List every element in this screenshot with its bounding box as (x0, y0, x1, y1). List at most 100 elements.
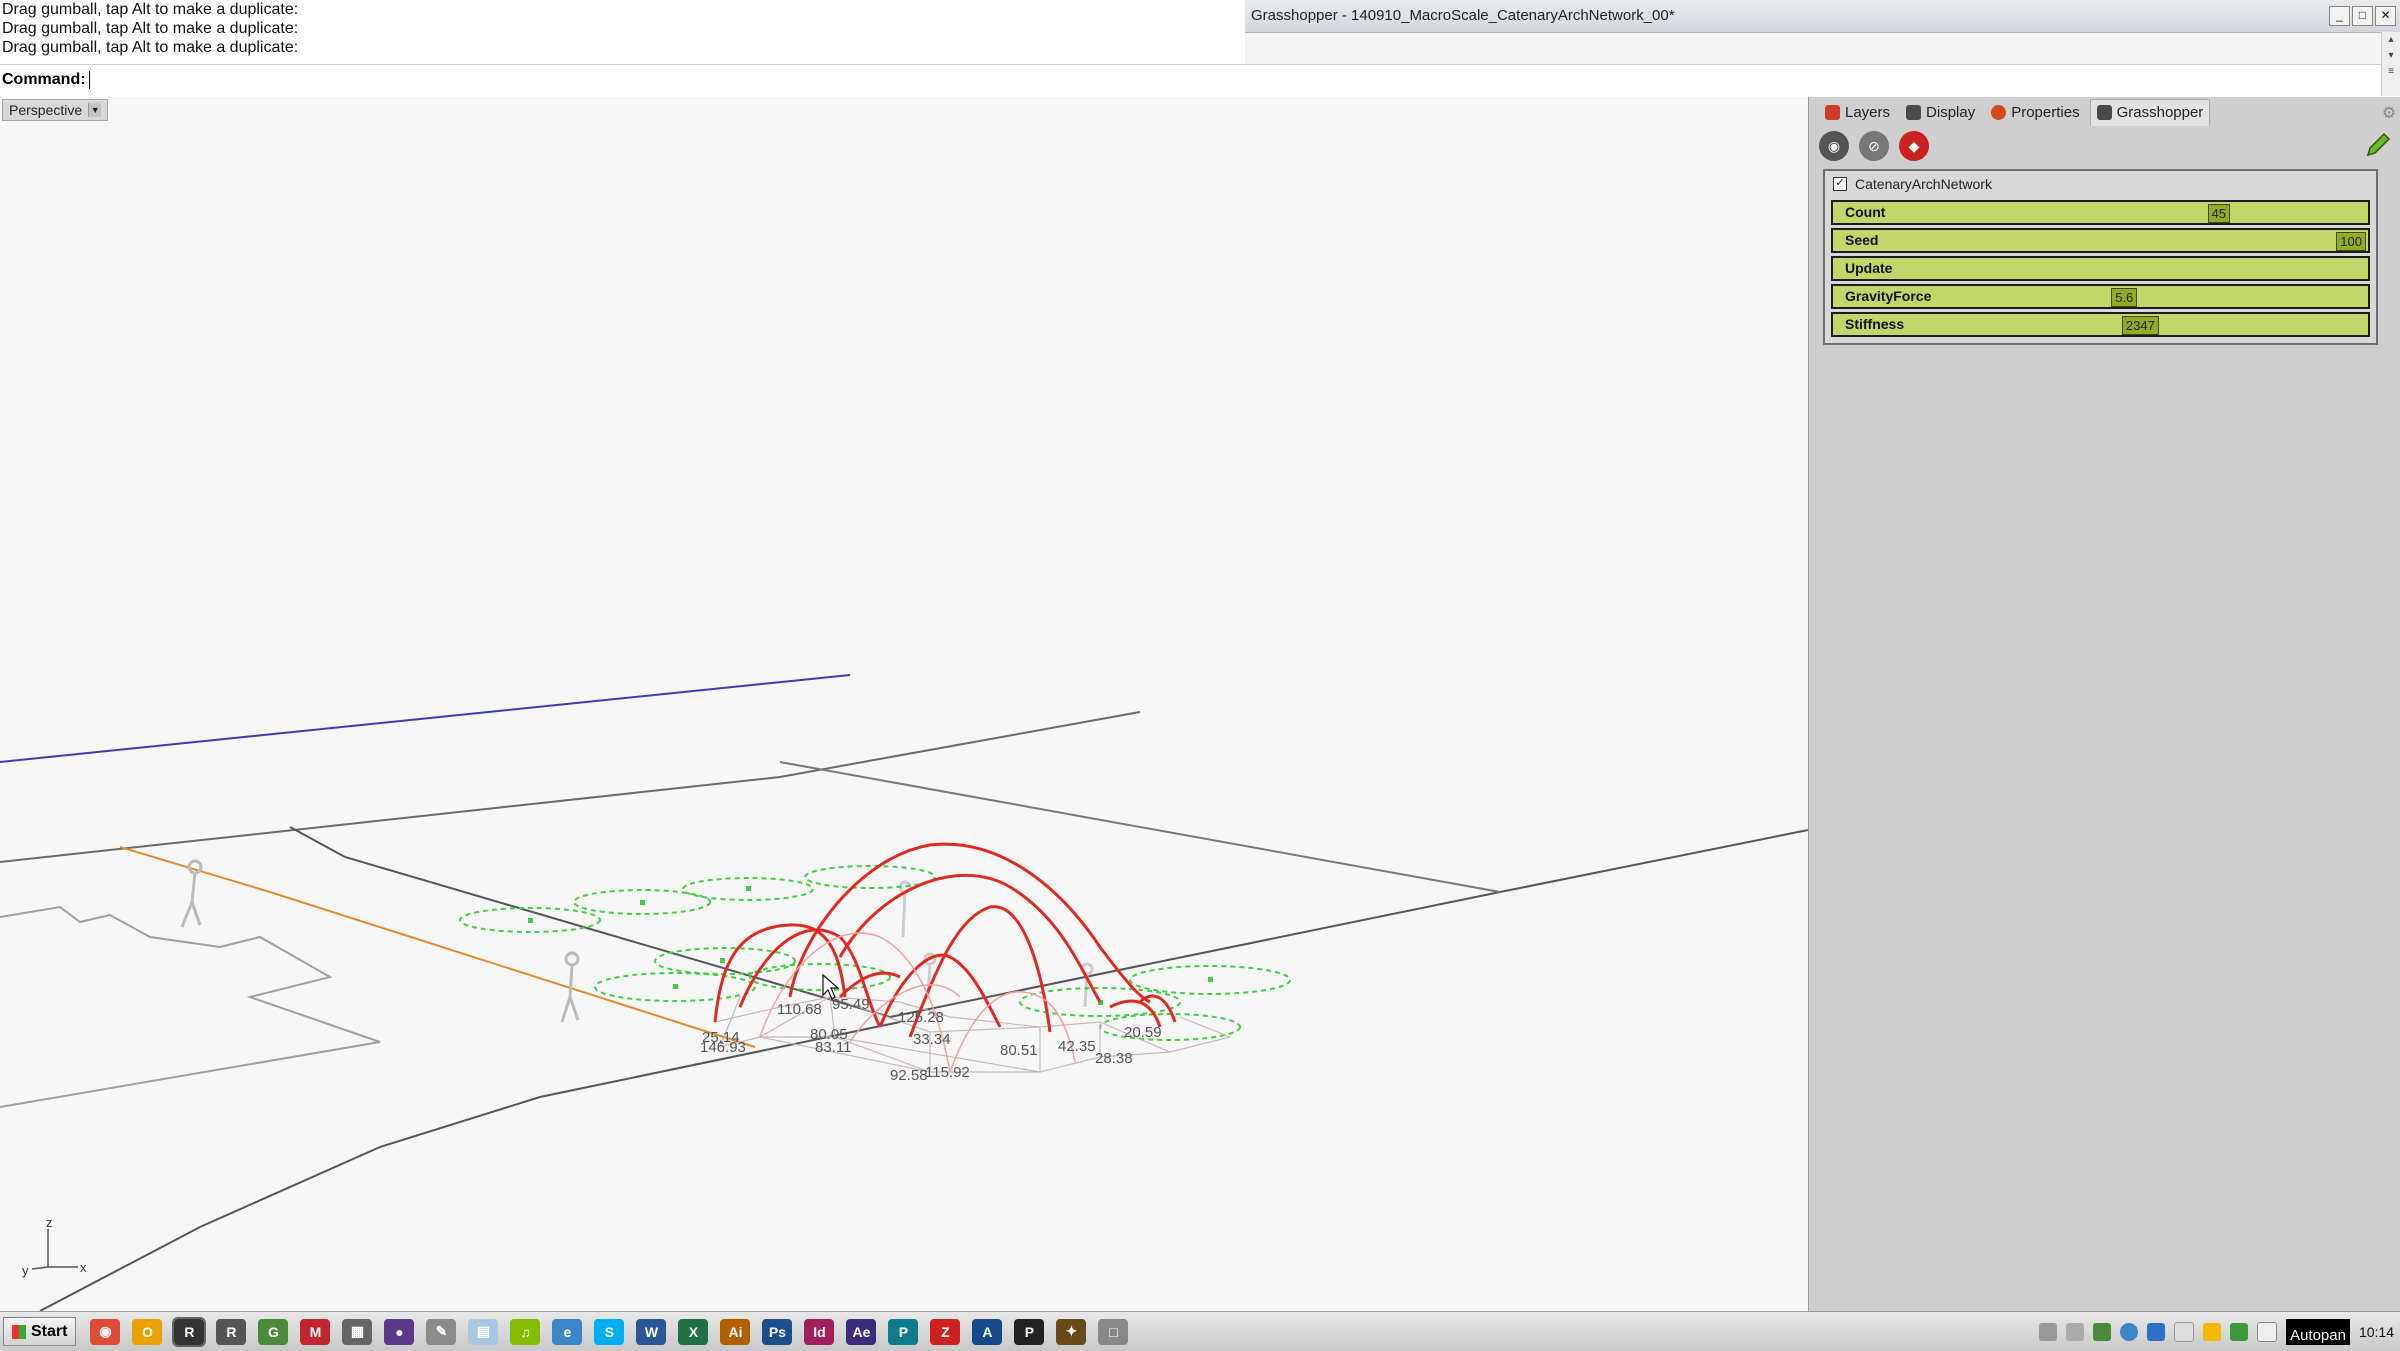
remote-control-group: ✓ CatenaryArchNetwork Count 45 Seed 100 … (1823, 169, 2378, 345)
node-points (528, 886, 1213, 1005)
svg-text:115.92: 115.92 (925, 1064, 970, 1081)
taskbar-app-rhino-icon[interactable]: R (172, 1316, 207, 1347)
close-button[interactable]: ✕ (2375, 6, 2396, 26)
axis-gizmo-icon (31, 1229, 78, 1270)
viewport-label: Perspective (9, 102, 83, 118)
command-line[interactable]: Command: (0, 64, 2400, 98)
viewport-tab[interactable]: Perspective ▼ (2, 99, 109, 121)
command-scrollbar[interactable]: ▴ ▾ ≡ (2381, 32, 2400, 96)
svg-text:92.58: 92.58 (890, 1067, 928, 1084)
tray-norton-icon[interactable] (2203, 1322, 2222, 1341)
slider-seed[interactable]: Seed 100 (1831, 228, 2370, 253)
site-edge-line (0, 711, 1141, 863)
taskbar-app-pdfapp-icon[interactable]: P (1014, 1318, 1045, 1345)
perspective-viewport[interactable]: 110.68 95.49 80.05 83.11 146.93 125.28 3… (0, 97, 1809, 1311)
taskbar-app-paint-icon[interactable]: ✎ (426, 1318, 457, 1345)
tray-network-icon[interactable] (2093, 1322, 2112, 1341)
slider-label: Seed (1845, 232, 1879, 248)
taskbar-app-gh2-icon[interactable]: ✦ (1056, 1318, 1087, 1345)
taskbar: Start ◉ O R R G M ▦ ● ✎ ▤ ♫ e S W X Ai Ps Id Ae P Z A P ✦ □ Auto… (0, 1311, 2400, 1351)
gear-icon[interactable]: ⚙ (2380, 105, 2398, 123)
taskbar-app-illustrator-icon[interactable]: Ai (720, 1318, 751, 1345)
axis-x-label: x (80, 1260, 87, 1275)
taskbar-app-photoshop-icon[interactable]: Ps (762, 1318, 793, 1345)
taskbar-app-indesign-icon[interactable]: Id (804, 1318, 835, 1345)
group-header[interactable]: ✓ CatenaryArchNetwork (1825, 171, 2376, 197)
taskbar-app-acrobat-icon[interactable]: A (972, 1318, 1003, 1345)
slider-stiffness[interactable]: Stiffness 2347 (1831, 312, 2370, 337)
slider-gravityforce[interactable]: GravityForce 5.6 (1831, 284, 2370, 309)
display-icon (1906, 104, 1922, 120)
bake-icon[interactable]: ◆ (1899, 131, 1929, 161)
tray-onedrive-icon[interactable] (2174, 1321, 2195, 1342)
group-checkbox[interactable]: ✓ (1833, 177, 1847, 191)
autopan-label: Autopan (2286, 1318, 2350, 1345)
slider-value[interactable]: 45 (2207, 204, 2230, 223)
taskbar-app-spotify-icon[interactable]: ♫ (510, 1318, 541, 1345)
start-button[interactable]: Start (3, 1317, 77, 1346)
button-update[interactable]: Update (1831, 256, 2370, 281)
slider-count[interactable]: Count 45 (1831, 200, 2370, 225)
taskbar-app-media-icon[interactable]: ● (384, 1318, 415, 1345)
slider-label: GravityForce (1845, 288, 1932, 304)
taskbar-app-publisher-icon[interactable]: P (888, 1318, 919, 1345)
panel-toolbar: ◉ ⊘ ◆ (1819, 131, 1929, 161)
preview-icon[interactable]: ◉ (1819, 131, 1849, 161)
minimize-button[interactable]: _ (2329, 6, 2350, 26)
slider-value[interactable]: 2347 (2121, 316, 2159, 335)
svg-text:95.49: 95.49 (832, 996, 870, 1013)
tray-window-icon[interactable] (2066, 1322, 2085, 1341)
clock[interactable]: 10:14 (2359, 1324, 2394, 1340)
human-figure-icon (560, 951, 580, 1023)
slider-value[interactable]: 5.6 (2111, 288, 2138, 307)
text-caret (88, 70, 90, 89)
tray-cloud-icon[interactable] (2147, 1322, 2166, 1341)
command-history: Drag gumball, tap Alt to make a duplicat… (0, 0, 1245, 64)
svg-text:28.38: 28.38 (1095, 1050, 1133, 1067)
taskbar-app-word-icon[interactable]: W (636, 1318, 667, 1345)
windows-logo-icon (12, 1324, 26, 1339)
taskbar-app-maxwell-icon[interactable]: M (300, 1318, 331, 1345)
taskbar-app-aftereffects-icon[interactable]: Ae (846, 1318, 877, 1345)
tab-grasshopper[interactable]: Grasshopper (2089, 98, 2211, 126)
properties-icon (1991, 104, 2007, 120)
grasshopper-titlebar[interactable]: Grasshopper - 140910_MacroScale_Catenary… (1245, 0, 2400, 33)
button-label: Update (1845, 260, 1893, 276)
disable-icon[interactable]: ⊘ (1859, 131, 1889, 161)
layers-icon (1825, 104, 1840, 120)
scene-canvas[interactable]: 110.68 95.49 80.05 83.11 146.93 125.28 3… (0, 97, 1808, 1311)
road-edge (39, 1021, 901, 1311)
taskbar-app-ie-icon[interactable]: e (552, 1318, 583, 1345)
taskbar-app-filezilla-icon[interactable]: Z (930, 1318, 961, 1345)
taskbar-app-outlook-icon[interactable]: O (132, 1318, 163, 1345)
tray-globe-icon[interactable] (2120, 1322, 2139, 1341)
taskbar-app-explorer-icon[interactable]: ▤ (468, 1318, 499, 1345)
chevron-down-icon[interactable]: ▼ (88, 103, 102, 117)
taskbar-app-window-icon[interactable]: □ (1098, 1318, 1129, 1345)
slider-label: Count (1845, 204, 1886, 220)
tab-display[interactable]: Display (1900, 99, 1981, 125)
slider-value[interactable]: 100 (2336, 232, 2366, 251)
group-title: CatenaryArchNetwork (1855, 176, 1992, 192)
tab-properties[interactable]: Properties (1985, 99, 2085, 125)
taskbar-app-grasshopper-icon[interactable]: G (258, 1318, 289, 1345)
taskbar-app-excel-icon[interactable]: X (678, 1318, 709, 1345)
svg-text:110.68: 110.68 (777, 1001, 822, 1018)
tray-shield-icon[interactable] (2230, 1322, 2249, 1341)
command-history-line: Drag gumball, tap Alt to make a duplicat… (2, 20, 299, 37)
taskbar-app-chrome-icon[interactable]: ◉ (90, 1318, 121, 1345)
tab-layers[interactable]: Layers (1819, 99, 1896, 125)
maximize-button[interactable]: □ (2352, 6, 2373, 26)
taskbar-app-calc-icon[interactable]: ▦ (342, 1318, 373, 1345)
taskbar-app-rhino2-icon[interactable]: R (216, 1318, 247, 1345)
tray-up-arrow-icon[interactable] (2039, 1322, 2058, 1341)
axis-z-label: z (46, 1215, 53, 1230)
svg-text:125.28: 125.28 (898, 1009, 944, 1026)
svg-text:80.51: 80.51 (1000, 1042, 1038, 1059)
pencil-icon[interactable] (2364, 131, 2392, 159)
svg-text:42.35: 42.35 (1058, 1038, 1096, 1055)
axis-y-label: y (22, 1263, 29, 1278)
grasshopper-icon (2096, 105, 2112, 120)
tray-battery-icon[interactable] (2257, 1321, 2278, 1342)
taskbar-app-skype-icon[interactable]: S (594, 1318, 625, 1345)
